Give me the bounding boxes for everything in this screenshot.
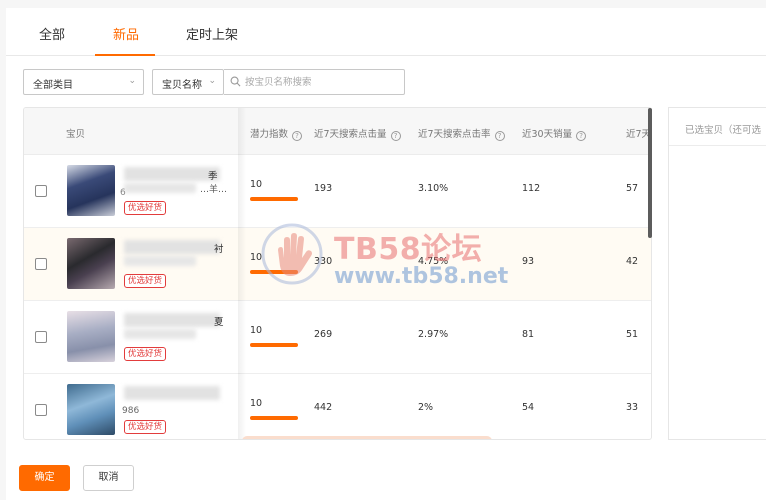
cell-ctr7: 4.75%: [418, 256, 449, 267]
cell-ctr7: 2.97%: [418, 329, 449, 340]
product-title-blurred: [124, 386, 220, 400]
search-field-select-value: 宝贝名称: [162, 80, 202, 91]
quality-badge: 优选好货: [124, 347, 167, 361]
product-id-fragment: 6: [120, 188, 126, 198]
potential-bar: [250, 416, 298, 420]
col-header-ctr7-label: 近7天搜索点击率: [418, 129, 491, 140]
active-tab-indicator: [95, 54, 155, 56]
tab-new[interactable]: 新品: [113, 24, 139, 43]
product-title-blurred: [124, 167, 220, 181]
confirm-button[interactable]: 确定: [19, 465, 70, 491]
cell-potential: 10: [250, 398, 263, 409]
help-icon[interactable]: ?: [576, 131, 587, 141]
cell-clicks7: 442: [314, 402, 333, 413]
product-title-fragment: 夏: [214, 317, 224, 328]
cell-col6: 57: [626, 183, 639, 194]
help-icon[interactable]: ?: [494, 131, 505, 141]
col-header-sales30: 近30天销量?: [522, 126, 587, 141]
chevron-down-icon: ⌄: [128, 76, 136, 86]
tab-all[interactable]: 全部: [39, 24, 65, 43]
cell-col6: 51: [626, 329, 639, 340]
col-header-potential-label: 潜力指数: [250, 129, 289, 140]
search-field-select[interactable]: 宝贝名称 ⌄: [152, 69, 224, 95]
row-checkbox[interactable]: [35, 185, 47, 197]
cell-sales30: 112: [522, 183, 541, 194]
dialog-panel: 全部 新品 定时上架 全部类目 ⌄ 宝贝名称 ⌄ 宝贝 潜力指数? 近7天搜索点…: [6, 8, 766, 500]
search-input[interactable]: [245, 74, 395, 90]
search-icon: [230, 76, 241, 87]
potential-bar: [250, 343, 298, 347]
horizontal-scrollbar[interactable]: [242, 436, 492, 439]
product-title-blurred: [124, 313, 220, 327]
cell-potential: 10: [250, 325, 263, 336]
row-checkbox[interactable]: [35, 404, 47, 416]
category-select[interactable]: 全部类目 ⌄: [23, 69, 144, 95]
cell-sales30: 93: [522, 256, 535, 267]
potential-bar: [250, 197, 298, 201]
col-header-ctr7: 近7天搜索点击率?: [418, 126, 505, 141]
product-title-blurred: [124, 240, 220, 254]
product-id-blurred: [124, 329, 196, 339]
product-id-blurred: [124, 256, 196, 266]
quality-badge: 优选好货: [124, 201, 167, 215]
quality-badge: 优选好货: [124, 420, 167, 434]
product-table: 宝贝 潜力指数? 近7天搜索点击量? 近7天搜索点击率? 近30天销量? 近7天…: [23, 107, 652, 440]
cell-clicks7: 269: [314, 329, 333, 340]
col-header-sales30-label: 近30天销量: [522, 129, 573, 140]
product-title-fragment: 季: [208, 171, 218, 182]
cell-col6: 33: [626, 402, 639, 413]
product-id-blurred: [124, 183, 196, 193]
help-icon[interactable]: ?: [292, 131, 303, 141]
cell-potential: 10: [250, 179, 263, 190]
col-header-product: 宝贝: [66, 129, 86, 140]
table-header: 宝贝 潜力指数? 近7天搜索点击量? 近7天搜索点击率? 近30天销量? 近7天: [24, 108, 651, 155]
cancel-button[interactable]: 取消: [83, 465, 134, 491]
row-checkbox[interactable]: [35, 331, 47, 343]
cell-col6: 42: [626, 256, 639, 267]
col-header-clicks7-label: 近7天搜索点击量: [314, 129, 387, 140]
tab-bar: 全部 新品 定时上架: [6, 8, 766, 56]
table-row[interactable]: 衬 优选好货 10 330 4.75% 93 42: [24, 228, 651, 301]
table-row[interactable]: 夏 优选好货 10 269 2.97% 81 51: [24, 301, 651, 374]
cell-ctr7: 3.10%: [418, 183, 449, 194]
cell-potential: 10: [250, 252, 263, 263]
chevron-down-icon: ⌄: [208, 76, 216, 86]
tab-scheduled[interactable]: 定时上架: [186, 24, 238, 43]
selected-items-header: 已选宝贝（还可选: [669, 108, 766, 146]
row-checkbox[interactable]: [35, 258, 47, 270]
product-title-line2: …羊…: [200, 185, 228, 195]
cell-sales30: 81: [522, 329, 535, 340]
product-thumbnail: [67, 238, 115, 289]
vertical-scrollbar[interactable]: [648, 108, 652, 238]
cell-clicks7: 330: [314, 256, 333, 267]
selected-items-panel: 已选宝贝（还可选: [668, 107, 766, 440]
col-header-potential: 潜力指数?: [250, 126, 303, 141]
cell-clicks7: 193: [314, 183, 333, 194]
potential-bar: [250, 270, 298, 274]
cell-sales30: 54: [522, 402, 535, 413]
selected-items-title: 已选宝贝（还可选: [685, 125, 762, 136]
table-row[interactable]: 季 …羊… 6 优选好货 10 193 3.10% 112 57: [24, 155, 651, 228]
col-header-clicks7: 近7天搜索点击量?: [314, 126, 401, 141]
category-select-value: 全部类目: [33, 80, 73, 91]
frozen-column-shadow: [238, 108, 246, 439]
product-thumbnail: [67, 311, 115, 362]
product-thumbnail: [67, 165, 115, 216]
cell-ctr7: 2%: [418, 402, 434, 413]
search-box: [224, 69, 405, 95]
product-title-fragment: 衬: [214, 244, 224, 255]
product-thumbnail: [67, 384, 115, 435]
product-id-fragment: 986: [122, 406, 140, 416]
help-icon[interactable]: ?: [390, 131, 401, 141]
quality-badge: 优选好货: [124, 274, 167, 288]
table-row[interactable]: 986 优选好货 10 442 2% 54 33: [24, 374, 651, 439]
